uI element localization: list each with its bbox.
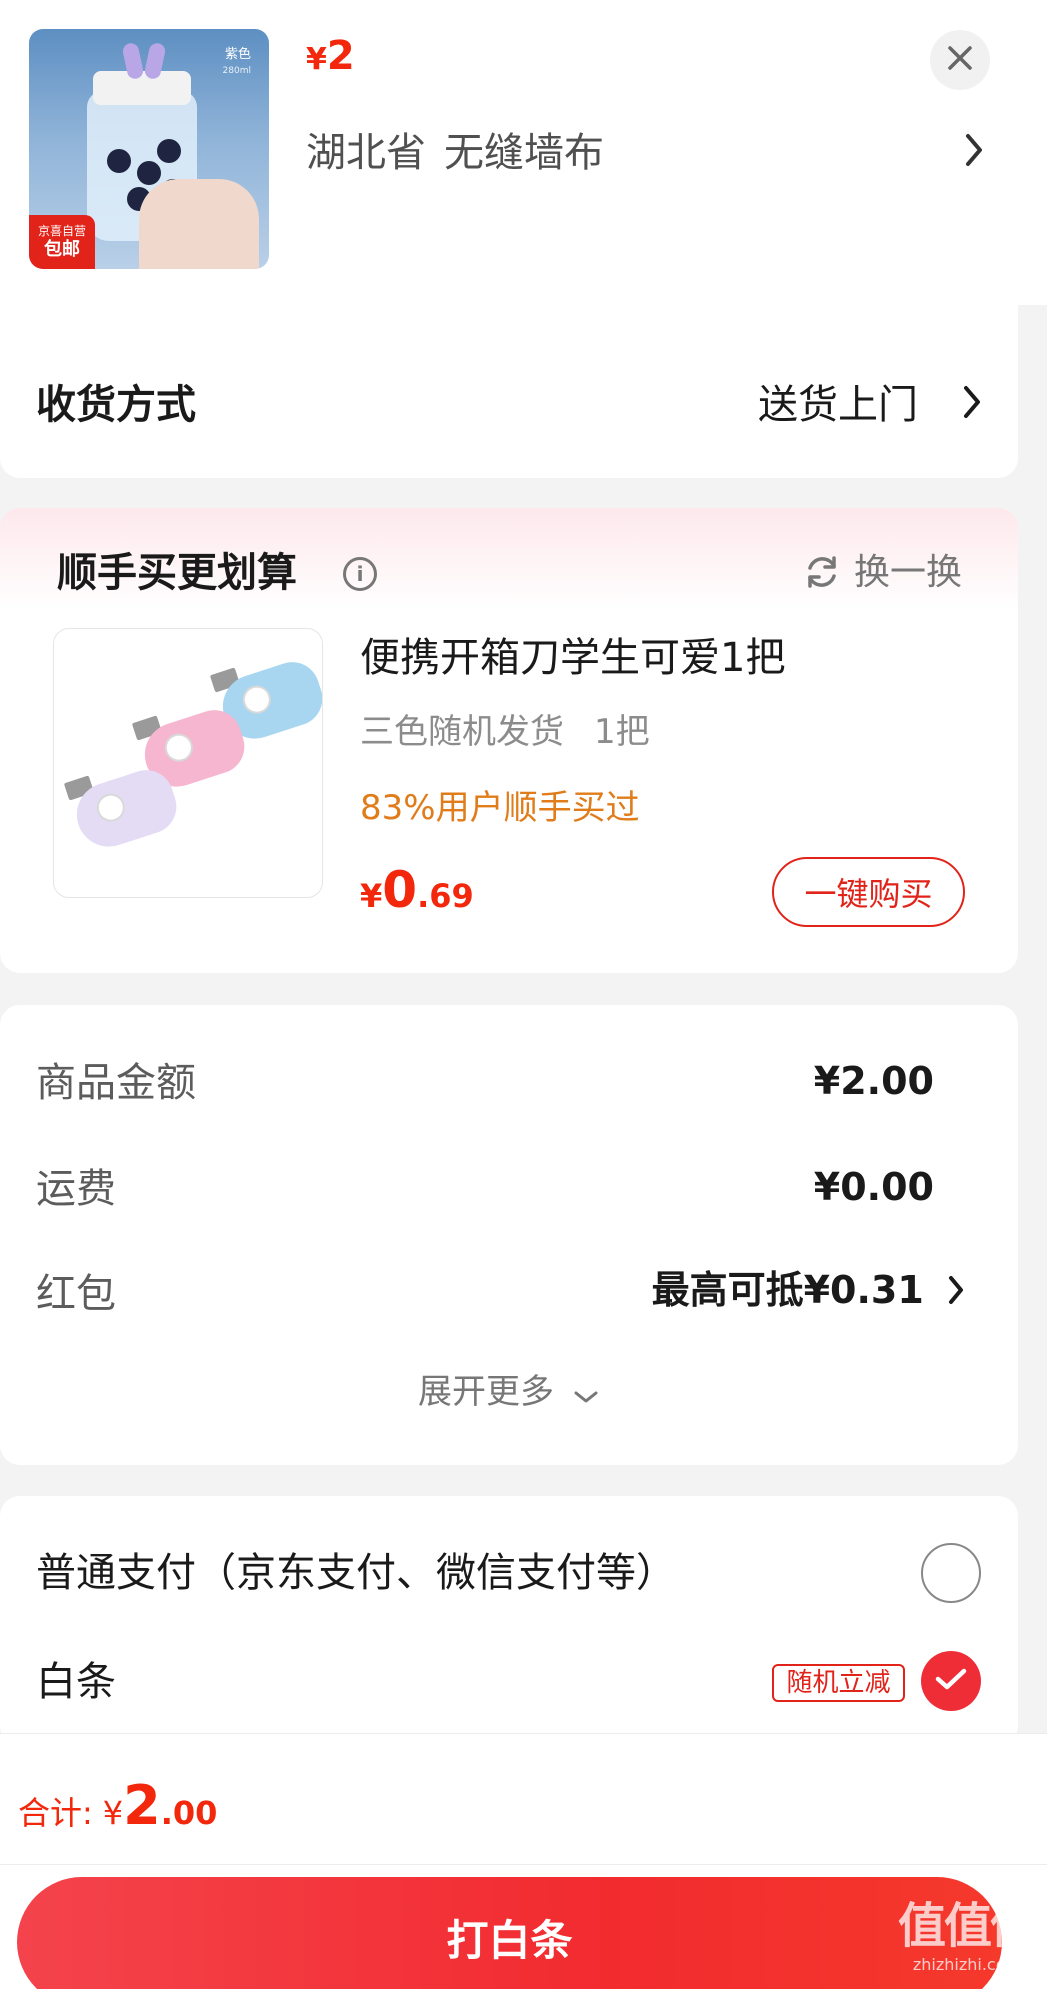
cutter-hole-shape [239, 681, 275, 718]
bottle-cap-shape [93, 71, 191, 105]
thumb-color-text: 紫色 [224, 47, 251, 62]
addon-title: 顺手买更划算 [57, 550, 297, 596]
delivery-label: 收货方式 [36, 382, 196, 428]
chevron-right-icon [947, 1266, 965, 1320]
shipping-label: 运费 [36, 1166, 116, 1212]
chevron-down-icon [573, 1369, 599, 1419]
shipping-value: ¥0.00 [813, 1165, 934, 1209]
total-currency: ¥ [102, 1794, 124, 1832]
redpacket-value: 最高可抵¥0.31 [651, 1268, 924, 1312]
product-price: ¥2 [306, 28, 355, 88]
info-glyph: i [356, 562, 364, 586]
cutter-hole-shape [93, 789, 129, 826]
berry-shape [137, 161, 161, 185]
addon-price: ¥0.69 [360, 858, 474, 934]
addon-product-spec: 三色随机发货 1把 [360, 708, 650, 756]
addon-price-currency: ¥ [360, 877, 383, 915]
baitiao-label[interactable]: 白条 [36, 1655, 116, 1709]
product-thumbnail[interactable]: 紫色 280ml 京喜自营 包邮 [29, 29, 269, 269]
addon-price-dec: .69 [417, 877, 474, 915]
goods-amount-label: 商品金额 [36, 1060, 196, 1106]
order-total: 合计: ¥2.00 [18, 1779, 218, 1838]
watermark-url: zhizhizhi.com [912, 1955, 1022, 1974]
redpacket-row-value[interactable]: 最高可抵¥0.31 [652, 1263, 965, 1320]
addon-spec-text: 三色随机发货 [360, 712, 564, 752]
normal-payment-label[interactable]: 普通支付（京东支付、微信支付等） [36, 1546, 676, 1600]
chevron-right-icon[interactable] [962, 384, 982, 429]
refresh-icon[interactable] [802, 552, 842, 592]
thumb-color-label: 紫色 280ml [223, 47, 251, 79]
divider [0, 1864, 1047, 1865]
baitiao-radio[interactable] [921, 1651, 981, 1711]
checkmark-icon [934, 1666, 968, 1696]
badge-line1: 京喜自营 [37, 224, 86, 238]
pay-button-label: 打白条 [446, 1916, 573, 1965]
pay-with-baitiao-button[interactable]: 打白条 [17, 1877, 1002, 1989]
badge-line2: 包邮 [44, 239, 80, 260]
total-int: 2 [123, 1774, 161, 1837]
info-icon[interactable]: i [343, 557, 377, 591]
addon-product-image[interactable] [53, 628, 323, 898]
one-click-buy-button[interactable]: 一键购买 [772, 857, 965, 927]
delivery-value[interactable]: 送货上门 [758, 378, 918, 432]
swap-button[interactable]: 换一换 [854, 546, 962, 600]
addon-price-int: 0 [382, 861, 418, 919]
watermark-logo-text: 值值值 [897, 1898, 1038, 1954]
berry-shape [107, 149, 131, 173]
close-icon [946, 44, 974, 76]
berry-shape [157, 139, 181, 163]
address-spec-row[interactable]: 湖北省 无缝墙布 [306, 126, 604, 180]
total-dec: .00 [160, 1794, 218, 1832]
expand-more-label: 展开更多 [418, 1372, 554, 1412]
self-operated-badge: 京喜自营 包邮 [29, 215, 95, 269]
random-discount-tag: 随机立减 [772, 1664, 905, 1702]
chevron-right-icon[interactable] [964, 132, 984, 177]
thumb-volume-text: 280ml [222, 66, 251, 76]
addon-qty-text: 1把 [594, 712, 650, 752]
redpacket-label: 红包 [36, 1271, 116, 1317]
close-button[interactable] [930, 30, 990, 90]
price-currency: ¥ [306, 42, 327, 77]
goods-amount-value: ¥2.00 [813, 1059, 934, 1103]
product-header: 紫色 280ml 京喜自营 包邮 ¥2 湖北省 无缝墙布 [0, 0, 1047, 305]
price-value: 2 [326, 33, 355, 79]
expand-more-button[interactable]: 展开更多 [418, 1367, 599, 1419]
province-text: 湖北省 [306, 130, 426, 176]
addon-product-name[interactable]: 便携开箱刀学生可爱1把 [360, 631, 785, 685]
site-watermark: 值值值 zhizhizhi.com [892, 1898, 1042, 1988]
normal-payment-radio[interactable] [921, 1543, 981, 1603]
total-label: 合计: [18, 1794, 93, 1832]
payment-method-card [0, 1496, 1018, 1746]
cutter-hole-shape [161, 729, 197, 766]
addon-bought-stat: 83%用户顺手买过 [360, 788, 640, 828]
spec-text: 无缝墙布 [444, 130, 604, 176]
hand-shape [139, 179, 259, 269]
